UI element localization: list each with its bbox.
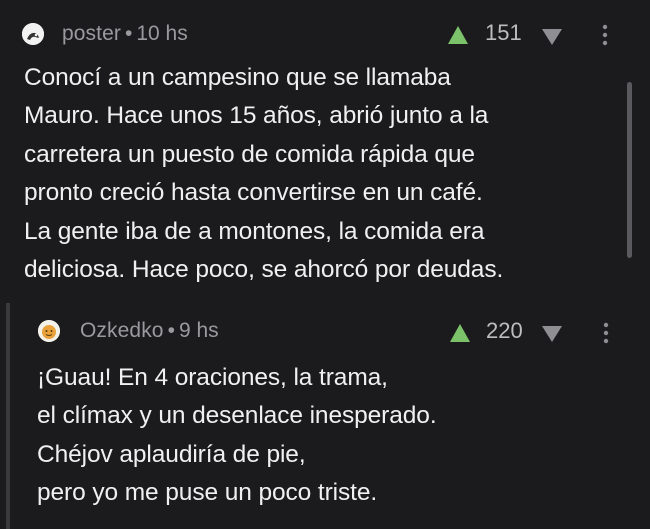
- comment-line: pero yo me puse un poco triste.: [37, 479, 378, 507]
- upvote-arrow-icon[interactable]: [449, 323, 471, 343]
- timestamp: 10 hs: [136, 22, 188, 45]
- upvote-arrow-icon[interactable]: [447, 25, 469, 45]
- comment-line: Chéjov aplaudiría de pie,: [37, 440, 306, 468]
- comment-line: Conocí a un campesino que se llamaba: [24, 64, 451, 91]
- comment-line: carretera un puesto de comida rápida que: [24, 140, 475, 168]
- comment-header: poster • 10 hs: [22, 19, 188, 49]
- downvote-arrow-icon[interactable]: [541, 28, 563, 46]
- comment-line: La gente iba de a montones, la comida er…: [24, 217, 485, 245]
- scrollbar[interactable]: [627, 82, 632, 258]
- downvote-arrow-icon[interactable]: [541, 325, 563, 343]
- comment-body: ¡Guau! En 4 oraciones, la trama, el clím…: [37, 359, 437, 513]
- comment-line: deliciosa. Hace poco, se ahorcó por deud…: [24, 256, 504, 284]
- comment-line: ¡Guau! En 4 oraciones, la trama,: [37, 364, 388, 391]
- username[interactable]: Ozkedko: [80, 319, 164, 343]
- comment-line: el clímax y un desenlace inesperado.: [37, 402, 437, 430]
- poster-avatar-icon[interactable]: [22, 23, 44, 45]
- comment-header: Ozkedko • 9 hs: [38, 316, 219, 346]
- username[interactable]: poster: [62, 22, 121, 46]
- more-options-icon[interactable]: [601, 24, 609, 46]
- score: 151: [485, 20, 522, 45]
- meta-separator: •: [167, 319, 175, 342]
- comment-line: pronto creció hasta convertirse en un ca…: [24, 179, 483, 207]
- score: 220: [486, 318, 523, 343]
- comment-line: Mauro. Hace unos 15 años, abrió junto a …: [24, 102, 489, 130]
- more-options-icon[interactable]: [602, 322, 610, 344]
- comment-body: Conocí a un campesino que se llamaba Mau…: [24, 59, 503, 289]
- meta-separator: •: [124, 22, 133, 45]
- timestamp: 9 hs: [178, 319, 219, 342]
- thread-line[interactable]: [6, 303, 10, 529]
- emoji-face-avatar-icon[interactable]: [38, 320, 60, 342]
